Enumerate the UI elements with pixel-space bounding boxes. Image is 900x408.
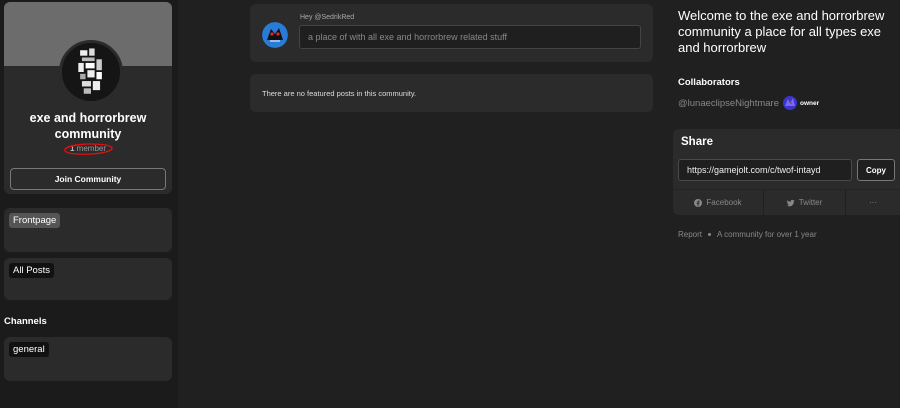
twitter-label: Twitter [798, 198, 823, 207]
community-age-text: A community for over 1 year [717, 230, 817, 239]
featured-posts-box: There are no featured posts in this comm… [250, 74, 653, 112]
separator-dot [708, 233, 712, 236]
community-footer: Report A community for over 1 year [678, 230, 817, 239]
share-twitter-button[interactable]: Twitter [764, 190, 846, 215]
no-featured-posts-text: There are no featured posts in this comm… [262, 89, 417, 98]
user-avatar[interactable] [262, 22, 288, 48]
share-panel: Share Copy Facebook Twitter ··· [673, 129, 900, 215]
join-community-button[interactable]: Join Community [10, 168, 166, 190]
facebook-icon [694, 198, 703, 207]
member-count-number: 1 [69, 144, 75, 153]
left-sidebar: exe and horrorbrew community 1 member Jo… [0, 0, 178, 408]
community-name: exe and horrorbrew community [29, 111, 147, 141]
frontpage-nav-block: Frontpage [4, 208, 172, 252]
member-count[interactable]: 1 member [4, 144, 172, 153]
collaborator-username[interactable]: @lunaeclipseNightmare [678, 98, 779, 109]
report-link[interactable]: Report [678, 230, 702, 239]
more-options-icon: ··· [869, 198, 877, 207]
channel-item-general[interactable]: general [9, 342, 49, 357]
collaborator-item: @lunaeclipseNightmare owner [678, 96, 819, 110]
share-buttons-bar: Facebook Twitter ··· [673, 189, 900, 215]
share-url-field[interactable] [678, 159, 852, 181]
community-avatar-image [62, 43, 120, 101]
channels-heading: Channels [4, 316, 47, 327]
share-more-button[interactable]: ··· [846, 190, 900, 215]
post-composer: Hey @SedrikRed [250, 4, 653, 62]
nav-frontpage[interactable]: Frontpage [9, 213, 61, 228]
user-avatar-image [262, 22, 288, 48]
composer-greeting: Hey @SedrikRed [300, 14, 355, 21]
share-heading: Share [681, 136, 713, 148]
community-avatar[interactable] [59, 40, 123, 104]
all-posts-nav-block: All Posts [4, 258, 172, 300]
nav-all-posts[interactable]: All Posts [9, 263, 54, 278]
twitter-icon [786, 199, 795, 206]
owner-badge: owner [800, 99, 820, 107]
community-description: Welcome to the exe and horrorbrew commun… [678, 8, 885, 55]
post-input[interactable] [299, 25, 641, 49]
member-count-label: member [76, 144, 107, 153]
copy-button[interactable]: Copy [857, 159, 895, 181]
share-facebook-button[interactable]: Facebook [673, 190, 764, 215]
collaborators-heading: Collaborators [678, 77, 740, 88]
facebook-label: Facebook [706, 198, 742, 207]
community-card: exe and horrorbrew community 1 member Jo… [4, 2, 172, 194]
collaborator-avatar[interactable] [783, 96, 797, 110]
channels-list: general [4, 337, 172, 381]
